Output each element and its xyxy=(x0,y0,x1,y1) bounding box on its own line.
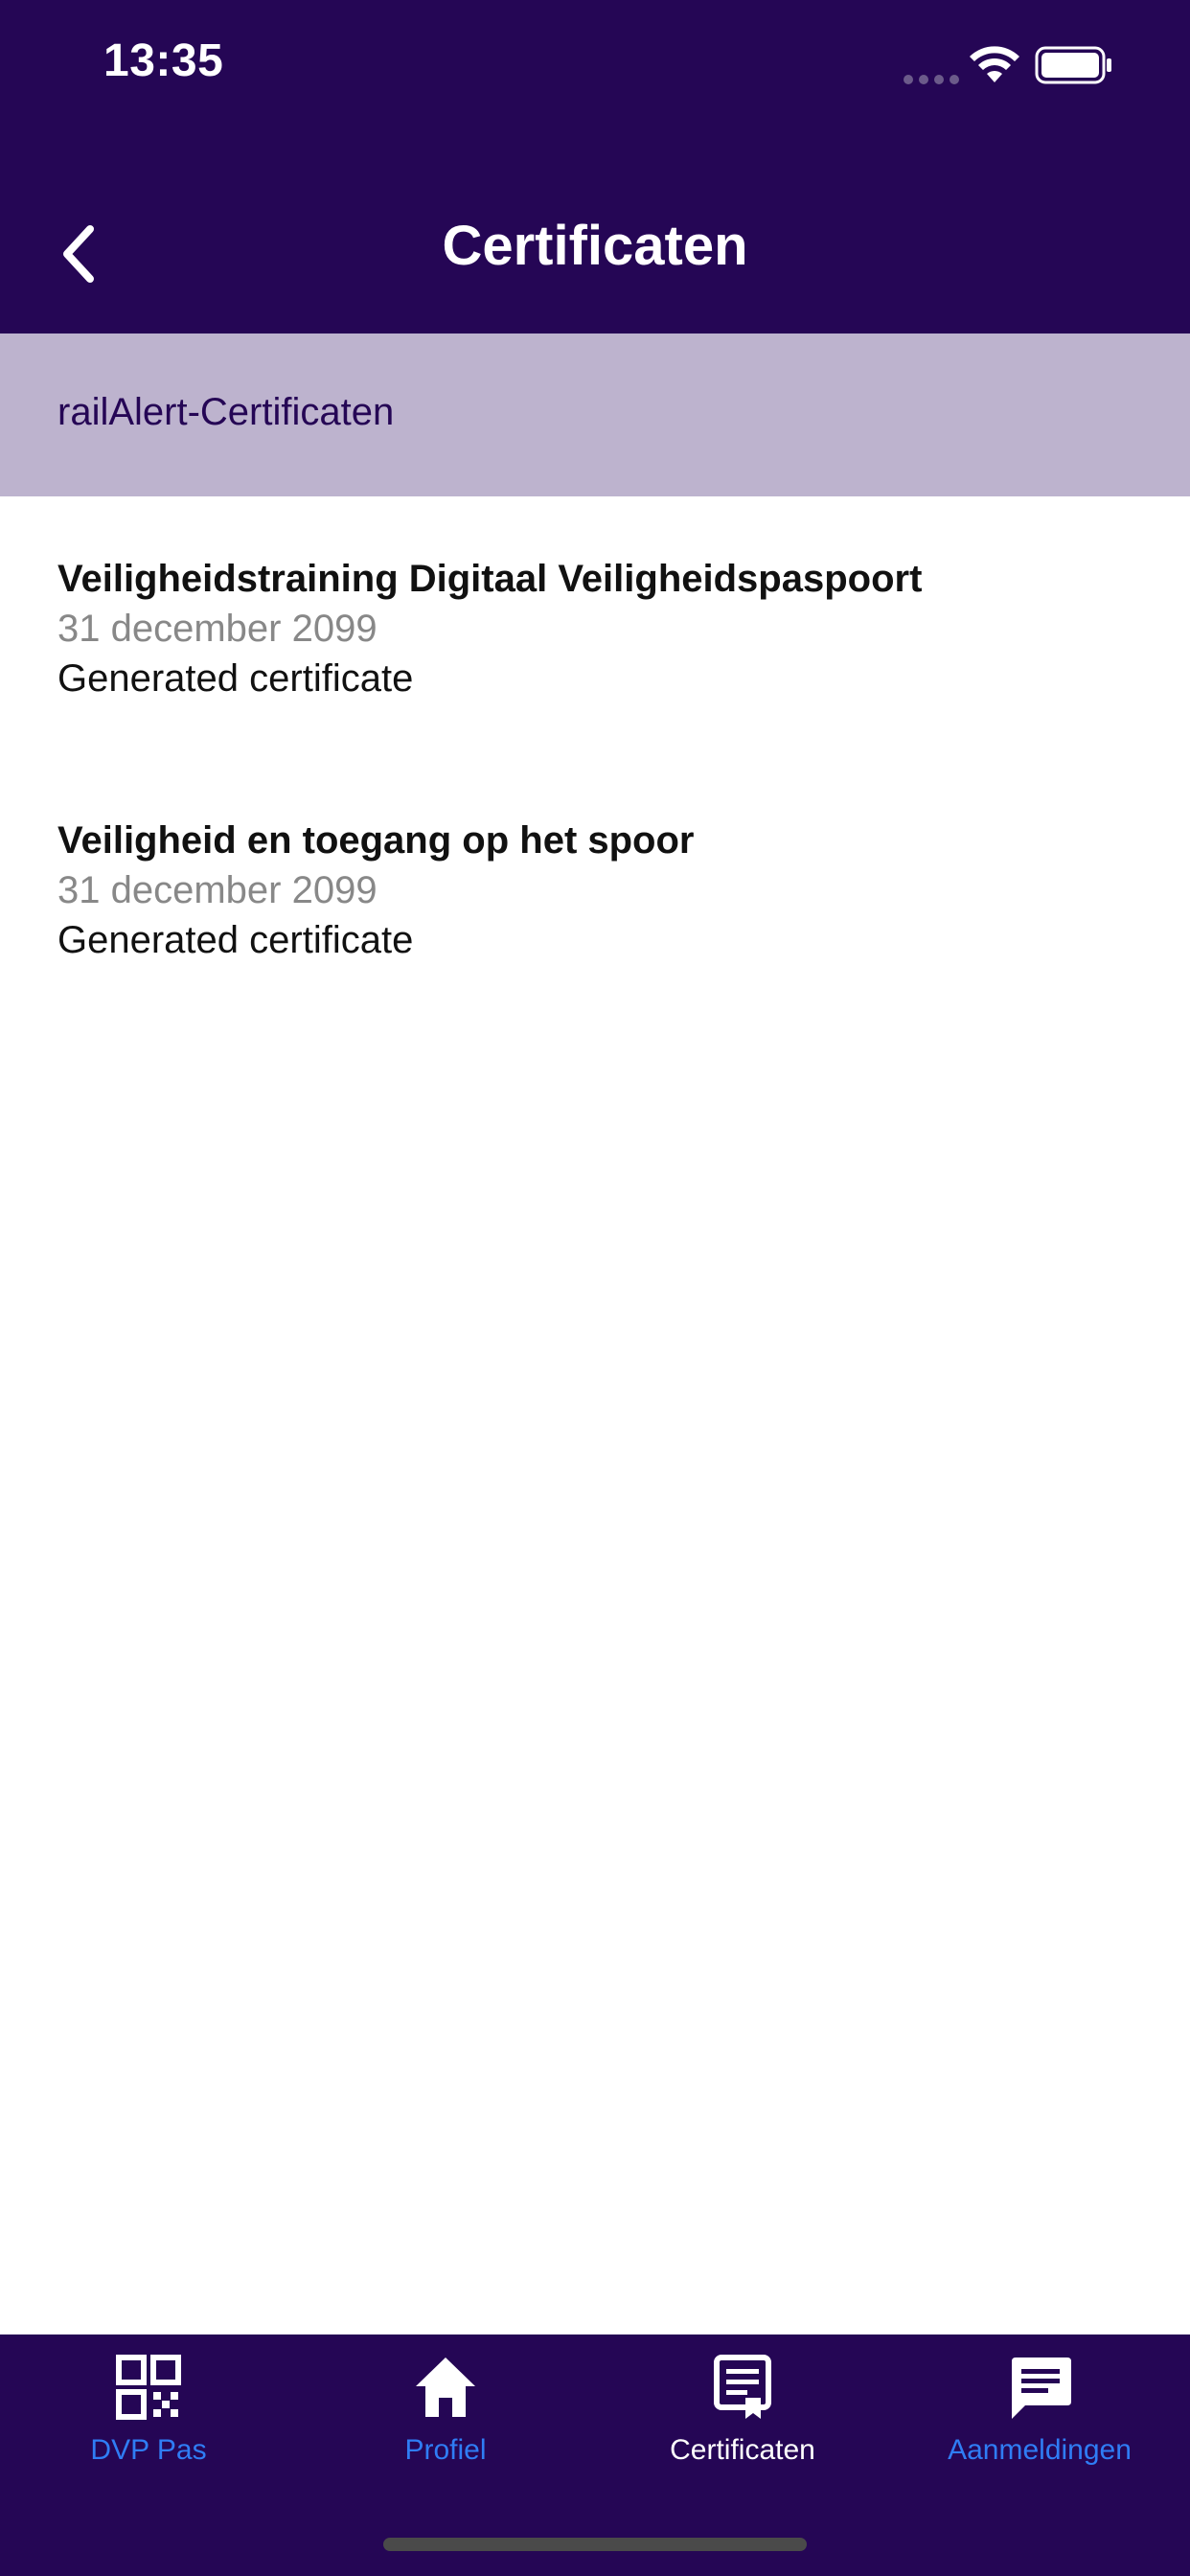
header: 13:35 Certificaten xyxy=(0,0,1190,334)
tab-dvp-pas[interactable]: DVP Pas xyxy=(0,2354,297,2497)
certificate-title: Veiligheidstraining Digitaal Veiligheids… xyxy=(57,558,923,600)
status-time: 13:35 xyxy=(103,35,224,86)
home-indicator xyxy=(383,2538,807,2551)
certificate-description: Generated certificate xyxy=(57,919,414,961)
certificate-icon xyxy=(714,2355,771,2419)
wifi-icon xyxy=(970,46,1019,82)
qr-code-icon xyxy=(116,2355,181,2420)
certificate-date: 31 december 2099 xyxy=(57,869,378,911)
certificate-description: Generated certificate xyxy=(57,657,414,700)
section-label: railAlert-Certificaten xyxy=(57,391,395,433)
message-icon xyxy=(1012,2358,1071,2419)
tab-certificaten[interactable]: Certificaten xyxy=(594,2354,891,2497)
signal-icon xyxy=(904,75,959,84)
certificate-item[interactable]: Veiligheidstraining Digitaal Veiligheids… xyxy=(57,554,1131,703)
tab-label: Profiel xyxy=(404,2434,487,2466)
status-icons xyxy=(903,44,1133,84)
tab-aanmeldingen[interactable]: Aanmeldingen xyxy=(891,2354,1188,2497)
home-icon xyxy=(416,2358,475,2417)
tab-label: Certificaten xyxy=(670,2434,815,2466)
page-title: Certificaten xyxy=(442,215,748,277)
battery-icon xyxy=(1035,46,1111,84)
tab-label: DVP Pas xyxy=(90,2434,207,2466)
tab-profiel[interactable]: Profiel xyxy=(297,2354,594,2497)
tab-label: Aanmeldingen xyxy=(948,2434,1132,2466)
certificate-item[interactable]: Veiligheid en toegang op het spoor 31 de… xyxy=(57,816,1131,965)
certificate-title: Veiligheid en toegang op het spoor xyxy=(57,819,695,862)
section-header: railAlert-Certificaten xyxy=(0,334,1190,496)
certificate-date: 31 december 2099 xyxy=(57,608,378,650)
tab-bar: DVP Pas Profiel Certificaten Aanmeldinge… xyxy=(0,2334,1190,2576)
